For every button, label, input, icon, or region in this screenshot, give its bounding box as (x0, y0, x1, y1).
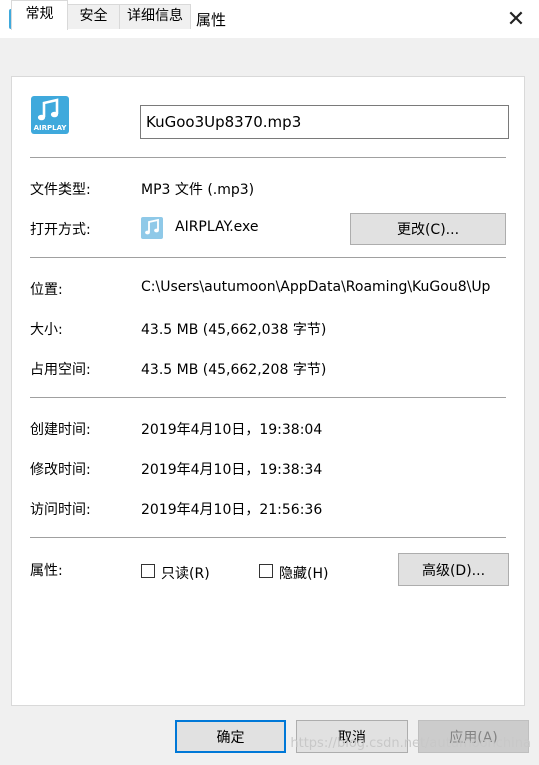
divider (30, 537, 506, 538)
tab-security[interactable]: 安全 (67, 4, 120, 29)
modified-label: 修改时间: (30, 462, 91, 478)
attributes-label: 属性: (30, 563, 63, 579)
ok-button[interactable]: 确定 (175, 720, 286, 753)
airplay-music-icon: AIRPLAY (31, 96, 69, 134)
tab-label: 安全 (79, 8, 108, 24)
close-icon: ✕ (506, 6, 526, 32)
tab-general[interactable]: 常规 (11, 0, 68, 30)
accessed-label: 访问时间: (30, 502, 91, 518)
tab-label: 常规 (25, 6, 54, 22)
file-icon-text: AIRPLAY (34, 124, 68, 132)
readonly-label[interactable]: 只读(R) (161, 563, 210, 583)
size-on-disk-value: 43.5 MB (45,662,208 字节) (141, 362, 327, 378)
airplay-app-icon (141, 217, 163, 239)
divider (30, 157, 506, 158)
divider (30, 397, 506, 398)
location-label: 位置: (30, 282, 63, 298)
divider (30, 257, 506, 258)
close-button[interactable]: ✕ (493, 0, 539, 38)
size-on-disk-label: 占用空间: (30, 362, 91, 378)
hidden-label[interactable]: 隐藏(H) (279, 563, 328, 583)
tab-label: 详细信息 (127, 8, 183, 24)
file-type-value: MP3 文件 (.mp3) (141, 182, 255, 198)
size-label: 大小: (30, 322, 63, 338)
file-type-label: 文件类型: (30, 182, 91, 198)
readonly-checkbox[interactable] (141, 564, 155, 578)
created-label: 创建时间: (30, 422, 91, 438)
open-with-label: 打开方式: (30, 222, 91, 238)
location-value: C:\Users\autumoon\AppData\Roaming\KuGou8… (141, 279, 491, 295)
advanced-button[interactable]: 高级(D)... (398, 553, 509, 586)
accessed-value: 2019年4月10日，21:56:36 (141, 502, 323, 518)
created-value: 2019年4月10日，19:38:04 (141, 422, 323, 438)
change-button[interactable]: 更改(C)... (350, 213, 506, 245)
size-value: 43.5 MB (45,662,038 字节) (141, 322, 327, 338)
tab-details[interactable]: 详细信息 (119, 4, 191, 29)
hidden-checkbox[interactable] (259, 564, 273, 578)
general-panel (11, 76, 525, 706)
watermark: https://blog.csdn.net/autumoonchina (290, 736, 531, 751)
filename-field[interactable] (140, 105, 509, 139)
open-with-value: AIRPLAY.exe (175, 219, 259, 235)
modified-value: 2019年4月10日，19:38:34 (141, 462, 323, 478)
